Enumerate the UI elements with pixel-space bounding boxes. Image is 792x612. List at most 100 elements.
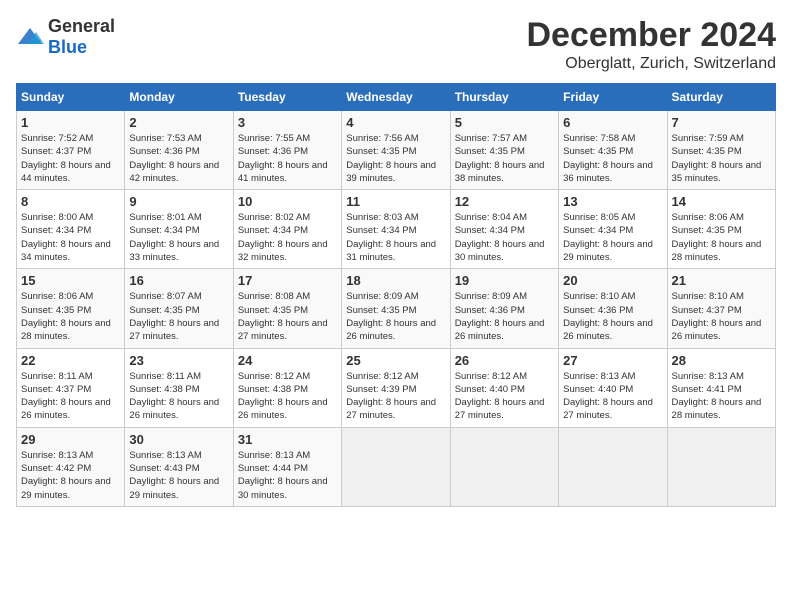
day-detail: Sunrise: 8:07 AMSunset: 4:35 PMDaylight:…: [129, 290, 228, 343]
day-detail: Sunrise: 7:56 AMSunset: 4:35 PMDaylight:…: [346, 132, 445, 185]
calendar-cell: 6 Sunrise: 7:58 AMSunset: 4:35 PMDaylight…: [559, 111, 667, 190]
calendar-cell: 28Sunrise: 8:13 AMSunset: 4:41 PMDayligh…: [667, 348, 775, 427]
day-number: 4: [346, 115, 445, 130]
day-detail: Sunrise: 8:02 AMSunset: 4:34 PMDaylight:…: [238, 211, 337, 264]
day-detail: Sunrise: 7:58 AMSunset: 4:35 PMDaylight:…: [563, 132, 662, 185]
day-number: 12: [455, 194, 554, 209]
day-number: 10: [238, 194, 337, 209]
calendar-cell: 17 Sunrise: 8:08 AMSunset: 4:35 PMDayligh…: [233, 269, 341, 348]
calendar-week-row: 22 Sunrise: 8:11 AMSunset: 4:37 PMDayligh…: [17, 348, 776, 427]
day-detail: Sunrise: 8:13 AMSunset: 4:44 PMDaylight:…: [238, 449, 337, 502]
weekday-header-friday: Friday: [559, 84, 667, 111]
day-detail: Sunrise: 8:13 AMSunset: 4:40 PMDaylight:…: [563, 370, 662, 423]
day-detail: Sunrise: 8:11 AMSunset: 4:38 PMDaylight:…: [129, 370, 228, 423]
day-number: 17: [238, 273, 337, 288]
calendar-table: SundayMondayTuesdayWednesdayThursdayFrid…: [16, 83, 776, 507]
day-number: 30: [129, 432, 228, 447]
day-detail: Sunrise: 8:13 AMSunset: 4:43 PMDaylight:…: [129, 449, 228, 502]
calendar-cell: 3 Sunrise: 7:55 AMSunset: 4:36 PMDaylight…: [233, 111, 341, 190]
day-detail: Sunrise: 7:59 AMSunset: 4:35 PMDaylight:…: [672, 132, 771, 185]
calendar-cell: 29Sunrise: 8:13 AMSunset: 4:42 PMDayligh…: [17, 427, 125, 506]
title-area: December 2024 Oberglatt, Zurich, Switzer…: [526, 16, 776, 73]
calendar-cell: 14 Sunrise: 8:06 AMSunset: 4:35 PMDayligh…: [667, 190, 775, 269]
day-number: 18: [346, 273, 445, 288]
day-detail: Sunrise: 8:00 AMSunset: 4:34 PMDaylight:…: [21, 211, 120, 264]
weekday-header-monday: Monday: [125, 84, 233, 111]
logo: General Blue: [16, 16, 115, 58]
logo-icon: [16, 26, 44, 48]
day-number: 14: [672, 194, 771, 209]
weekday-header-thursday: Thursday: [450, 84, 558, 111]
day-number: 7: [672, 115, 771, 130]
day-number: 1: [21, 115, 120, 130]
weekday-header-tuesday: Tuesday: [233, 84, 341, 111]
weekday-header-row: SundayMondayTuesdayWednesdayThursdayFrid…: [17, 84, 776, 111]
calendar-cell: 31 Sunrise: 8:13 AMSunset: 4:44 PMDayligh…: [233, 427, 341, 506]
day-number: 25: [346, 353, 445, 368]
calendar-week-row: 1Sunrise: 7:52 AMSunset: 4:37 PMDaylight…: [17, 111, 776, 190]
day-detail: Sunrise: 8:06 AMSunset: 4:35 PMDaylight:…: [21, 290, 120, 343]
day-detail: Sunrise: 7:55 AMSunset: 4:36 PMDaylight:…: [238, 132, 337, 185]
calendar-cell: 23Sunrise: 8:11 AMSunset: 4:38 PMDayligh…: [125, 348, 233, 427]
day-number: 13: [563, 194, 662, 209]
day-detail: Sunrise: 8:12 AMSunset: 4:40 PMDaylight:…: [455, 370, 554, 423]
day-detail: Sunrise: 8:12 AMSunset: 4:39 PMDaylight:…: [346, 370, 445, 423]
calendar-cell: [450, 427, 558, 506]
day-detail: Sunrise: 8:13 AMSunset: 4:42 PMDaylight:…: [21, 449, 120, 502]
day-number: 3: [238, 115, 337, 130]
calendar-cell: 16 Sunrise: 8:07 AMSunset: 4:35 PMDayligh…: [125, 269, 233, 348]
day-number: 22: [21, 353, 120, 368]
day-number: 24: [238, 353, 337, 368]
day-detail: Sunrise: 7:53 AMSunset: 4:36 PMDaylight:…: [129, 132, 228, 185]
calendar-cell: 1Sunrise: 7:52 AMSunset: 4:37 PMDaylight…: [17, 111, 125, 190]
calendar-cell: 9 Sunrise: 8:01 AMSunset: 4:34 PMDaylight…: [125, 190, 233, 269]
calendar-cell: 10 Sunrise: 8:02 AMSunset: 4:34 PMDayligh…: [233, 190, 341, 269]
day-detail: Sunrise: 8:11 AMSunset: 4:37 PMDaylight:…: [21, 370, 120, 423]
calendar-cell: 13Sunrise: 8:05 AMSunset: 4:34 PMDayligh…: [559, 190, 667, 269]
calendar-cell: 4 Sunrise: 7:56 AMSunset: 4:35 PMDaylight…: [342, 111, 450, 190]
calendar-cell: [667, 427, 775, 506]
day-number: 27: [563, 353, 662, 368]
calendar-cell: 27 Sunrise: 8:13 AMSunset: 4:40 PMDayligh…: [559, 348, 667, 427]
calendar-cell: 19Sunrise: 8:09 AMSunset: 4:36 PMDayligh…: [450, 269, 558, 348]
calendar-cell: 22 Sunrise: 8:11 AMSunset: 4:37 PMDayligh…: [17, 348, 125, 427]
calendar-cell: 8 Sunrise: 8:00 AMSunset: 4:34 PMDaylight…: [17, 190, 125, 269]
calendar-week-row: 15 Sunrise: 8:06 AMSunset: 4:35 PMDayligh…: [17, 269, 776, 348]
calendar-cell: [559, 427, 667, 506]
calendar-cell: 7 Sunrise: 7:59 AMSunset: 4:35 PMDaylight…: [667, 111, 775, 190]
day-detail: Sunrise: 7:57 AMSunset: 4:35 PMDaylight:…: [455, 132, 554, 185]
day-detail: Sunrise: 8:01 AMSunset: 4:34 PMDaylight:…: [129, 211, 228, 264]
day-detail: Sunrise: 8:10 AMSunset: 4:37 PMDaylight:…: [672, 290, 771, 343]
calendar-cell: 11Sunrise: 8:03 AMSunset: 4:34 PMDayligh…: [342, 190, 450, 269]
header: General Blue December 2024 Oberglatt, Zu…: [16, 16, 776, 73]
calendar-cell: 20Sunrise: 8:10 AMSunset: 4:36 PMDayligh…: [559, 269, 667, 348]
day-number: 16: [129, 273, 228, 288]
day-number: 9: [129, 194, 228, 209]
logo-blue: Blue: [48, 37, 87, 57]
weekday-header-saturday: Saturday: [667, 84, 775, 111]
logo-text: General Blue: [48, 16, 115, 58]
calendar-cell: 30 Sunrise: 8:13 AMSunset: 4:43 PMDayligh…: [125, 427, 233, 506]
day-detail: Sunrise: 8:10 AMSunset: 4:36 PMDaylight:…: [563, 290, 662, 343]
day-detail: Sunrise: 8:12 AMSunset: 4:38 PMDaylight:…: [238, 370, 337, 423]
calendar-cell: [342, 427, 450, 506]
logo-general: General: [48, 16, 115, 36]
weekday-header-wednesday: Wednesday: [342, 84, 450, 111]
day-number: 31: [238, 432, 337, 447]
day-number: 6: [563, 115, 662, 130]
calendar-cell: 2Sunrise: 7:53 AMSunset: 4:36 PMDaylight…: [125, 111, 233, 190]
calendar-cell: 15 Sunrise: 8:06 AMSunset: 4:35 PMDayligh…: [17, 269, 125, 348]
day-number: 5: [455, 115, 554, 130]
month-title: December 2024: [526, 16, 776, 55]
day-number: 11: [346, 194, 445, 209]
day-detail: Sunrise: 8:08 AMSunset: 4:35 PMDaylight:…: [238, 290, 337, 343]
day-number: 15: [21, 273, 120, 288]
day-detail: Sunrise: 8:09 AMSunset: 4:35 PMDaylight:…: [346, 290, 445, 343]
day-detail: Sunrise: 8:06 AMSunset: 4:35 PMDaylight:…: [672, 211, 771, 264]
calendar-cell: 5 Sunrise: 7:57 AMSunset: 4:35 PMDaylight…: [450, 111, 558, 190]
day-number: 28: [672, 353, 771, 368]
calendar-cell: 12Sunrise: 8:04 AMSunset: 4:34 PMDayligh…: [450, 190, 558, 269]
day-number: 8: [21, 194, 120, 209]
location-title: Oberglatt, Zurich, Switzerland: [526, 55, 776, 73]
calendar-cell: 24 Sunrise: 8:12 AMSunset: 4:38 PMDayligh…: [233, 348, 341, 427]
